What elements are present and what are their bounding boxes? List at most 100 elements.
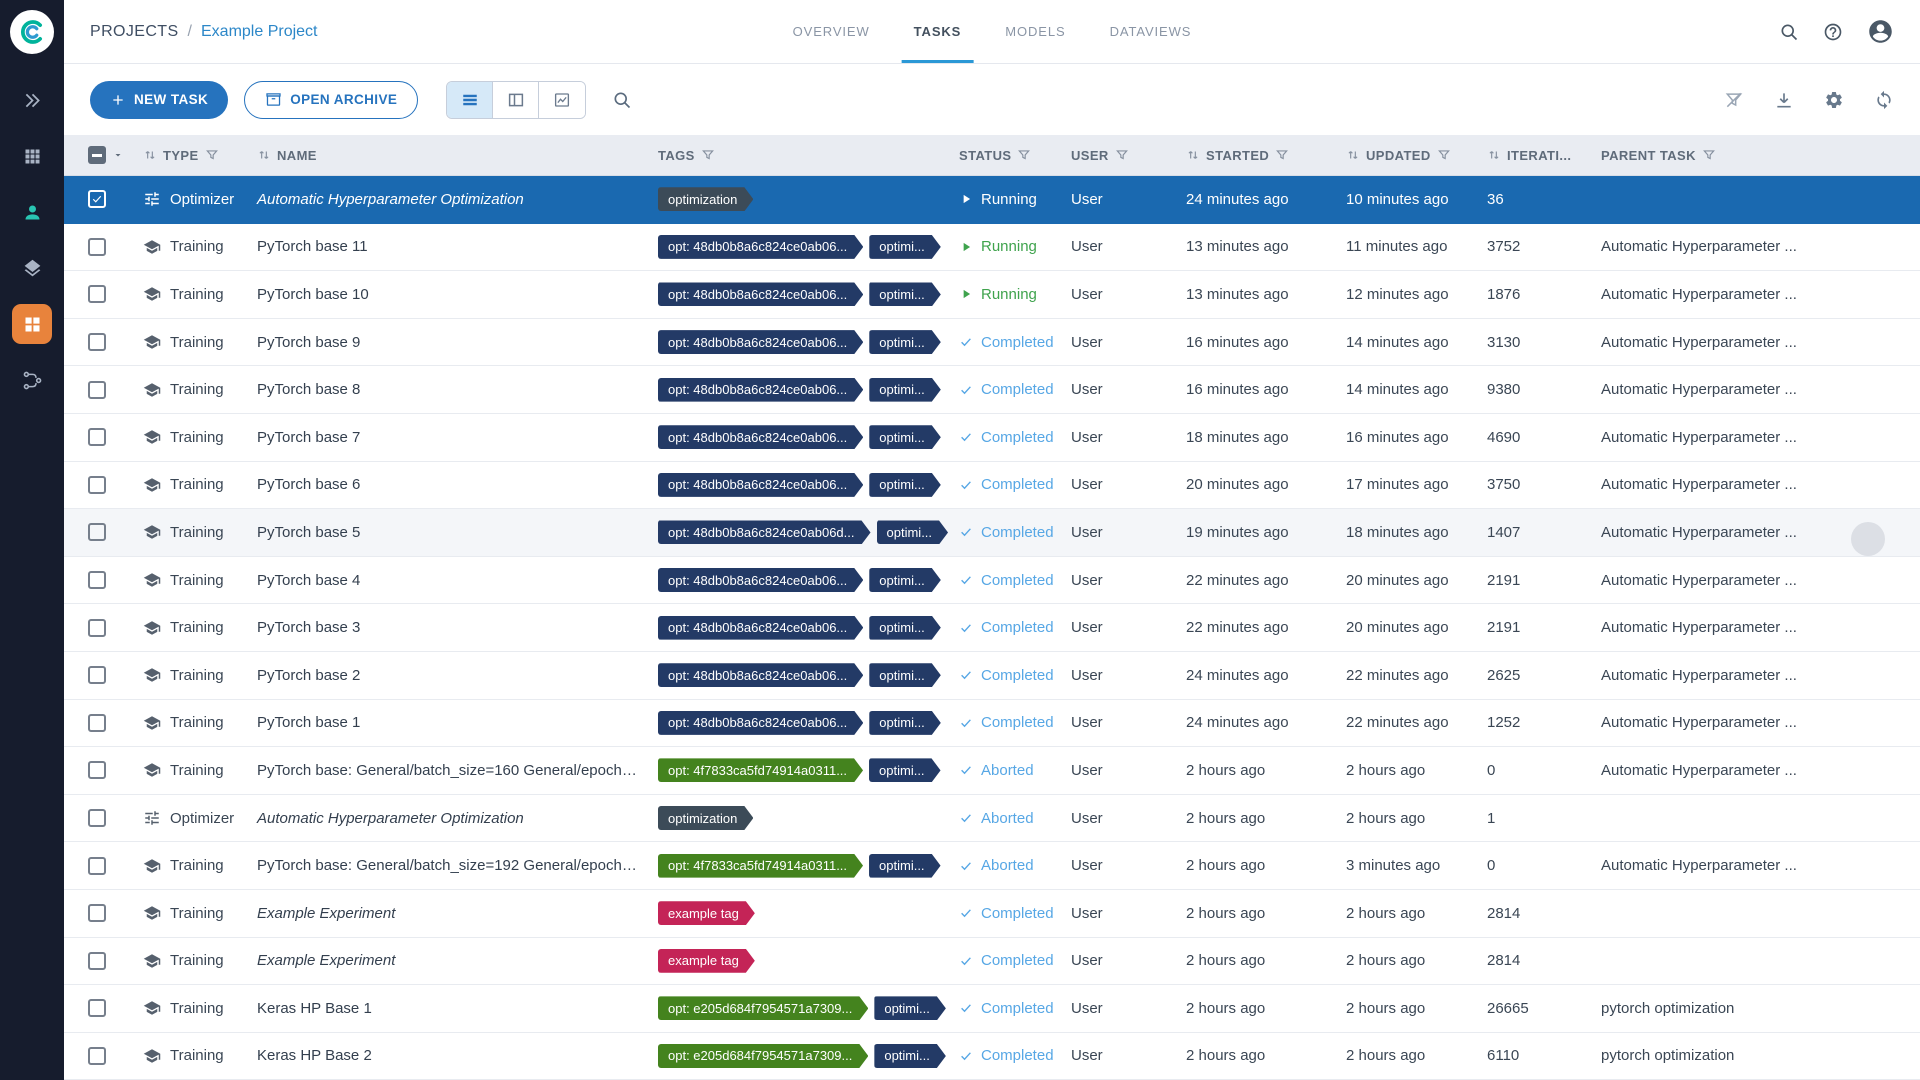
- tab-tasks[interactable]: TASKS: [892, 0, 984, 63]
- sidebar-item-expand[interactable]: [12, 80, 52, 120]
- task-parent[interactable]: Automatic Hyperparameter ...: [1595, 572, 1920, 589]
- tag[interactable]: optimi...: [869, 758, 941, 782]
- task-name[interactable]: PyTorch base 9: [250, 334, 655, 351]
- row-checkbox[interactable]: [88, 523, 106, 541]
- tag[interactable]: example tag: [658, 949, 755, 973]
- clear-filters-button[interactable]: [1724, 90, 1744, 110]
- task-parent[interactable]: Automatic Hyperparameter ...: [1595, 667, 1920, 684]
- task-name[interactable]: Automatic Hyperparameter Optimization: [250, 191, 655, 208]
- row-checkbox[interactable]: [88, 999, 106, 1017]
- column-header-type[interactable]: TYPE: [124, 148, 250, 163]
- breadcrumb-current-project[interactable]: Example Project: [201, 23, 318, 41]
- task-name[interactable]: Keras HP Base 1: [250, 1000, 655, 1017]
- task-parent[interactable]: Automatic Hyperparameter ...: [1595, 429, 1920, 446]
- row-checkbox[interactable]: [88, 952, 106, 970]
- tag[interactable]: optimi...: [869, 711, 941, 735]
- sort-icon[interactable]: [257, 148, 271, 162]
- tag[interactable]: optimi...: [874, 996, 946, 1020]
- column-header-name[interactable]: NAME: [250, 148, 655, 163]
- tag[interactable]: opt: e205d684f7954571a7309...: [658, 1044, 868, 1068]
- column-header-select[interactable]: [64, 146, 124, 164]
- task-name[interactable]: Automatic Hyperparameter Optimization: [250, 810, 655, 827]
- task-row[interactable]: TrainingPyTorch base 5opt: 48db0b8a6c824…: [64, 509, 1920, 557]
- tag[interactable]: opt: 48db0b8a6c824ce0ab06...: [658, 616, 863, 640]
- task-row[interactable]: TrainingPyTorch base 9opt: 48db0b8a6c824…: [64, 319, 1920, 367]
- row-checkbox[interactable]: [88, 285, 106, 303]
- tag[interactable]: opt: 4f7833ca5fd74914a0311...: [658, 854, 863, 878]
- chart-view-toggle[interactable]: [539, 82, 585, 118]
- tag[interactable]: optimi...: [869, 568, 941, 592]
- funnel-icon[interactable]: [1702, 148, 1716, 162]
- row-checkbox[interactable]: [88, 571, 106, 589]
- auto-refresh-button[interactable]: [1874, 90, 1894, 110]
- funnel-icon[interactable]: [1017, 148, 1031, 162]
- sidebar-item-reports[interactable]: [12, 248, 52, 288]
- task-name[interactable]: PyTorch base 10: [250, 286, 655, 303]
- tag[interactable]: opt: 48db0b8a6c824ce0ab06...: [658, 378, 863, 402]
- sort-icon[interactable]: [1346, 148, 1360, 162]
- tag[interactable]: opt: 48db0b8a6c824ce0ab06...: [658, 568, 863, 592]
- funnel-icon[interactable]: [701, 148, 715, 162]
- sidebar-item-datasets[interactable]: [12, 136, 52, 176]
- tag[interactable]: opt: 48db0b8a6c824ce0ab06...: [658, 473, 863, 497]
- tag[interactable]: optimization: [658, 187, 753, 211]
- tag[interactable]: optimi...: [877, 520, 949, 544]
- column-header-parent[interactable]: PARENT TASK: [1595, 148, 1920, 163]
- column-header-iter[interactable]: ITERATI...: [1480, 148, 1595, 163]
- row-checkbox[interactable]: [88, 476, 106, 494]
- task-row[interactable]: OptimizerAutomatic Hyperparameter Optimi…: [64, 795, 1920, 843]
- table-view-toggle[interactable]: [447, 82, 493, 118]
- tag[interactable]: optimi...: [869, 663, 941, 687]
- task-name[interactable]: PyTorch base 11: [250, 238, 655, 255]
- task-name[interactable]: PyTorch base 2: [250, 667, 655, 684]
- tag[interactable]: optimi...: [869, 616, 941, 640]
- row-checkbox[interactable]: [88, 666, 106, 684]
- row-checkbox[interactable]: [88, 333, 106, 351]
- caret-down-icon[interactable]: [112, 147, 124, 163]
- task-row[interactable]: TrainingPyTorch base 3opt: 48db0b8a6c824…: [64, 604, 1920, 652]
- task-row[interactable]: TrainingKeras HP Base 1opt: e205d684f795…: [64, 985, 1920, 1033]
- row-checkbox[interactable]: [88, 1047, 106, 1065]
- tag[interactable]: opt: 48db0b8a6c824ce0ab06...: [658, 425, 863, 449]
- funnel-icon[interactable]: [205, 148, 219, 162]
- task-parent[interactable]: Automatic Hyperparameter ...: [1595, 334, 1920, 351]
- task-parent[interactable]: Automatic Hyperparameter ...: [1595, 238, 1920, 255]
- task-row[interactable]: TrainingPyTorch base 6opt: 48db0b8a6c824…: [64, 462, 1920, 510]
- task-name[interactable]: PyTorch base 3: [250, 619, 655, 636]
- task-row[interactable]: TrainingPyTorch base 10opt: 48db0b8a6c82…: [64, 271, 1920, 319]
- search-button[interactable]: [1779, 22, 1799, 42]
- row-checkbox[interactable]: [88, 761, 106, 779]
- task-parent[interactable]: pytorch optimization: [1595, 1047, 1920, 1064]
- task-row[interactable]: TrainingPyTorch base 11opt: 48db0b8a6c82…: [64, 224, 1920, 272]
- tag[interactable]: optimi...: [869, 282, 941, 306]
- task-row[interactable]: TrainingPyTorch base 7opt: 48db0b8a6c824…: [64, 414, 1920, 462]
- task-name[interactable]: PyTorch base 8: [250, 381, 655, 398]
- row-checkbox[interactable]: [88, 428, 106, 446]
- task-parent[interactable]: Automatic Hyperparameter ...: [1595, 286, 1920, 303]
- tab-dataviews[interactable]: DATAVIEWS: [1088, 0, 1214, 63]
- download-button[interactable]: [1774, 90, 1794, 110]
- column-header-started[interactable]: STARTED: [1180, 148, 1340, 163]
- task-row[interactable]: TrainingPyTorch base 8opt: 48db0b8a6c824…: [64, 366, 1920, 414]
- task-row[interactable]: TrainingPyTorch base 2opt: 48db0b8a6c824…: [64, 652, 1920, 700]
- split-view-toggle[interactable]: [493, 82, 539, 118]
- task-name[interactable]: Keras HP Base 2: [250, 1047, 655, 1064]
- tag[interactable]: optimi...: [869, 854, 941, 878]
- task-parent[interactable]: pytorch optimization: [1595, 1000, 1920, 1017]
- row-checkbox[interactable]: [88, 619, 106, 637]
- task-name[interactable]: Example Experiment: [250, 905, 655, 922]
- task-row[interactable]: TrainingPyTorch base: General/batch_size…: [64, 747, 1920, 795]
- tag[interactable]: opt: 48db0b8a6c824ce0ab06d...: [658, 520, 871, 544]
- scroll-indicator-button[interactable]: [1851, 522, 1885, 556]
- task-name[interactable]: Example Experiment: [250, 952, 655, 969]
- tab-overview[interactable]: OVERVIEW: [771, 0, 892, 63]
- help-button[interactable]: [1823, 22, 1843, 42]
- profile-button[interactable]: [1867, 18, 1894, 45]
- tab-models[interactable]: MODELS: [983, 0, 1087, 63]
- task-row[interactable]: TrainingPyTorch base: General/batch_size…: [64, 842, 1920, 890]
- tag[interactable]: opt: 48db0b8a6c824ce0ab06...: [658, 330, 863, 354]
- task-name[interactable]: PyTorch base: General/batch_size=192 Gen…: [250, 857, 655, 874]
- task-parent[interactable]: Automatic Hyperparameter ...: [1595, 714, 1920, 731]
- tag[interactable]: opt: 48db0b8a6c824ce0ab06...: [658, 235, 863, 259]
- task-parent[interactable]: Automatic Hyperparameter ...: [1595, 381, 1920, 398]
